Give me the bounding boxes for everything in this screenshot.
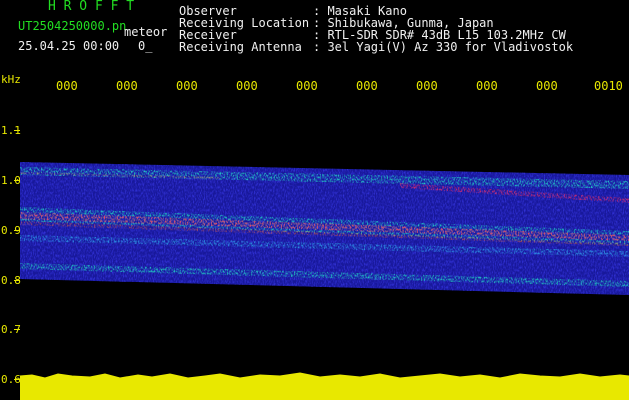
spectrogram <box>20 162 629 400</box>
type-label: meteor <box>124 25 168 39</box>
x-tick-3: 000 <box>176 79 198 93</box>
info-value-antenna: : 3el Yagi(V) Az 330 for Vladivostok <box>313 40 574 54</box>
x-tick-9: 000 <box>536 79 558 93</box>
x-tick-5: 000 <box>296 79 318 93</box>
datetime-label: 25.04.25 00:00 <box>18 39 120 53</box>
x-tick-1: 000 <box>56 79 78 93</box>
info-label-antenna: Receiving Antenna <box>179 40 302 54</box>
power-trace-body <box>20 379 629 400</box>
x-tick-2: 000 <box>116 79 138 93</box>
x-tick-8: 000 <box>476 79 498 93</box>
x-tick-7: 000 <box>416 79 438 93</box>
x-tick-10: 0010 <box>594 79 623 93</box>
counter-label: 0_ <box>138 39 153 53</box>
x-tick-4: 000 <box>236 79 258 93</box>
brand-title: H R O F F T <box>48 0 135 14</box>
filename-label: UT2504250000.pn <box>18 19 127 33</box>
axis-unit-label: kHz <box>1 73 21 86</box>
x-tick-6: 000 <box>356 79 378 93</box>
